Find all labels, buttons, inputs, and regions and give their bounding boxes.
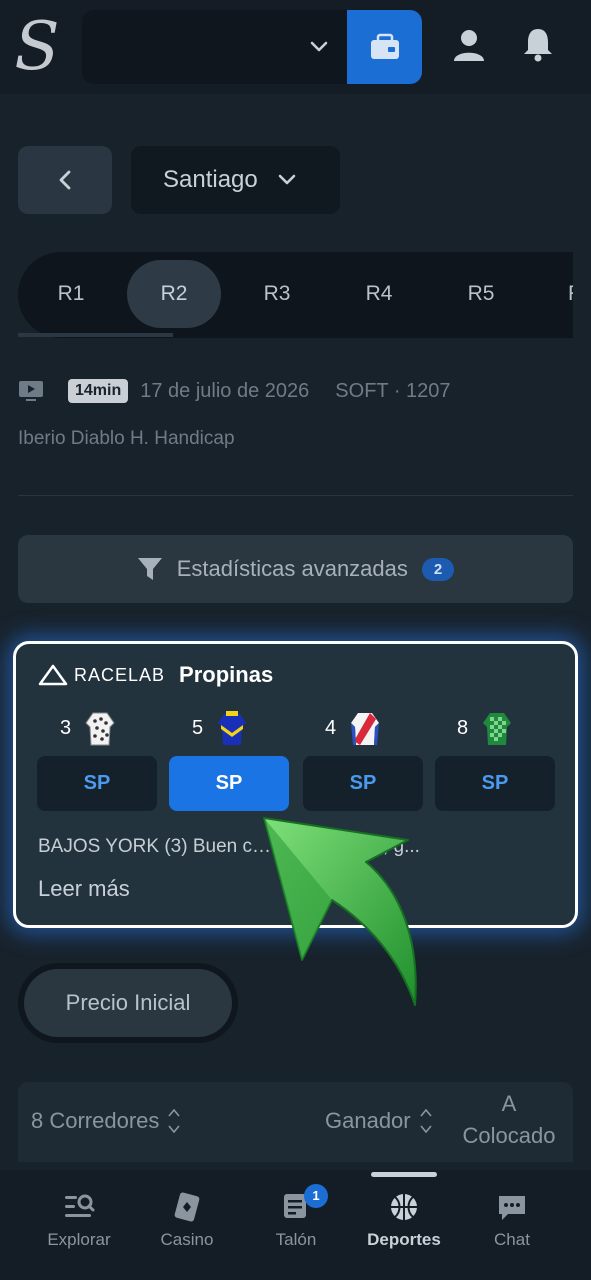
tips-header: RACELAB Propinas xyxy=(38,662,273,688)
bottom-navigation: Explorar Casino 1 Talón Deportes Chat xyxy=(0,1170,591,1280)
advanced-stats-button[interactable]: Estadísticas avanzadas 2 xyxy=(18,535,573,603)
tabs-scroll-indicator xyxy=(18,333,173,337)
nav-chat[interactable]: Chat xyxy=(462,1192,562,1250)
bell-icon[interactable] xyxy=(521,26,555,62)
green-check-silk-icon xyxy=(483,713,512,745)
chevron-left-icon xyxy=(59,170,71,190)
tab-r6-partial[interactable]: R xyxy=(538,260,573,328)
nav-label: Chat xyxy=(494,1230,530,1249)
race-tabs: R1 R2 R3 R4 R5 R xyxy=(18,252,573,338)
stats-count-badge: 2 xyxy=(421,557,455,581)
green-arrow-icon xyxy=(263,817,417,1006)
sp-button[interactable]: SP xyxy=(37,756,157,811)
place-column-header[interactable]: A Colocado xyxy=(450,1088,568,1152)
runners-table-header: 8 Corredores Ganador A Colocado xyxy=(18,1082,573,1162)
cards-icon xyxy=(174,1192,200,1222)
tab-r4[interactable]: R4 xyxy=(332,260,426,328)
sp-button[interactable]: SP xyxy=(435,756,555,811)
nav-label: Explorar xyxy=(47,1230,111,1249)
tab-r1[interactable]: R1 xyxy=(24,260,118,328)
race-date: 17 de julio de 2026 xyxy=(140,379,310,402)
back-button[interactable] xyxy=(18,146,112,214)
runners-count-header[interactable]: 8 Corredores xyxy=(31,1106,181,1136)
tips-title: Propinas xyxy=(179,662,274,687)
nav-label: Talón xyxy=(275,1230,317,1249)
wallet-icon xyxy=(370,33,399,59)
sort-icon xyxy=(168,1108,181,1134)
sp-button-selected[interactable]: SP xyxy=(169,756,289,811)
runner-number: 3 xyxy=(60,716,72,739)
active-nav-indicator xyxy=(371,1172,437,1177)
place-label-line1: A xyxy=(501,1091,517,1116)
place-label-line2: Colocado xyxy=(462,1123,556,1148)
sp-button[interactable]: SP xyxy=(303,756,423,811)
filter-icon xyxy=(137,558,162,580)
nav-deportes[interactable]: Deportes xyxy=(354,1192,454,1250)
racelab-triangle-icon xyxy=(38,664,68,686)
tip-runner: 4 xyxy=(325,706,382,750)
brand-logo[interactable]: S xyxy=(14,12,60,82)
basketball-icon xyxy=(391,1194,417,1220)
nav-talon[interactable]: 1 Talón xyxy=(246,1184,346,1250)
runner-number: 5 xyxy=(192,716,204,739)
time-badge: 14min xyxy=(68,379,129,403)
sort-icon xyxy=(420,1108,432,1134)
price-toggle: Precio Inicial xyxy=(18,963,238,1043)
wallet-button[interactable] xyxy=(347,10,422,84)
tip-runner: 8 xyxy=(457,706,514,750)
nav-label: Deportes xyxy=(367,1230,441,1249)
nav-explorar[interactable]: Explorar xyxy=(29,1192,129,1250)
explore-icon xyxy=(65,1194,95,1217)
tip-runner: 3 xyxy=(60,706,117,750)
racelab-logo: RACELAB xyxy=(38,664,165,686)
winner-label: Ganador xyxy=(325,1108,411,1133)
betslip-count-badge: 1 xyxy=(304,1184,328,1208)
white-dots-silk-icon xyxy=(85,712,115,746)
venue-name: Santiago xyxy=(163,166,258,193)
race-info-row: 14min 17 de julio de 2026 SOFT · 1207 xyxy=(18,376,578,406)
winner-column-header[interactable]: Ganador xyxy=(325,1106,433,1136)
chevron-down-icon xyxy=(310,41,328,52)
initial-price-button[interactable]: Precio Inicial xyxy=(24,969,232,1037)
runner-number: 8 xyxy=(457,716,469,739)
tab-r5[interactable]: R5 xyxy=(434,260,528,328)
blue-yellow-silk-icon xyxy=(218,711,247,745)
chevron-down-icon xyxy=(278,174,296,185)
racelab-brand: RACELAB xyxy=(74,664,166,685)
tab-r3[interactable]: R3 xyxy=(230,260,324,328)
tv-icon[interactable] xyxy=(18,380,44,402)
advanced-stats-label: Estadísticas avanzadas xyxy=(176,556,408,581)
red-blue-sash-silk-icon xyxy=(351,713,380,745)
divider xyxy=(18,495,573,496)
runners-count-label: 8 Corredores xyxy=(31,1108,160,1133)
tip-runner: 5 xyxy=(192,706,249,750)
balance-dropdown[interactable] xyxy=(82,10,352,84)
user-icon[interactable] xyxy=(452,28,486,62)
tab-r2[interactable]: R2 xyxy=(127,260,221,328)
runner-number: 4 xyxy=(325,716,337,739)
read-more-link[interactable]: Leer más xyxy=(38,876,130,902)
track-info: SOFT · 1207 xyxy=(335,379,451,402)
nav-label: Casino xyxy=(160,1230,214,1249)
top-bar: S xyxy=(0,0,591,94)
nav-casino[interactable]: Casino xyxy=(137,1192,237,1250)
race-name: Iberio Diablo H. Handicap xyxy=(18,428,235,449)
chat-icon xyxy=(499,1196,525,1220)
venue-dropdown[interactable]: Santiago xyxy=(131,146,340,214)
